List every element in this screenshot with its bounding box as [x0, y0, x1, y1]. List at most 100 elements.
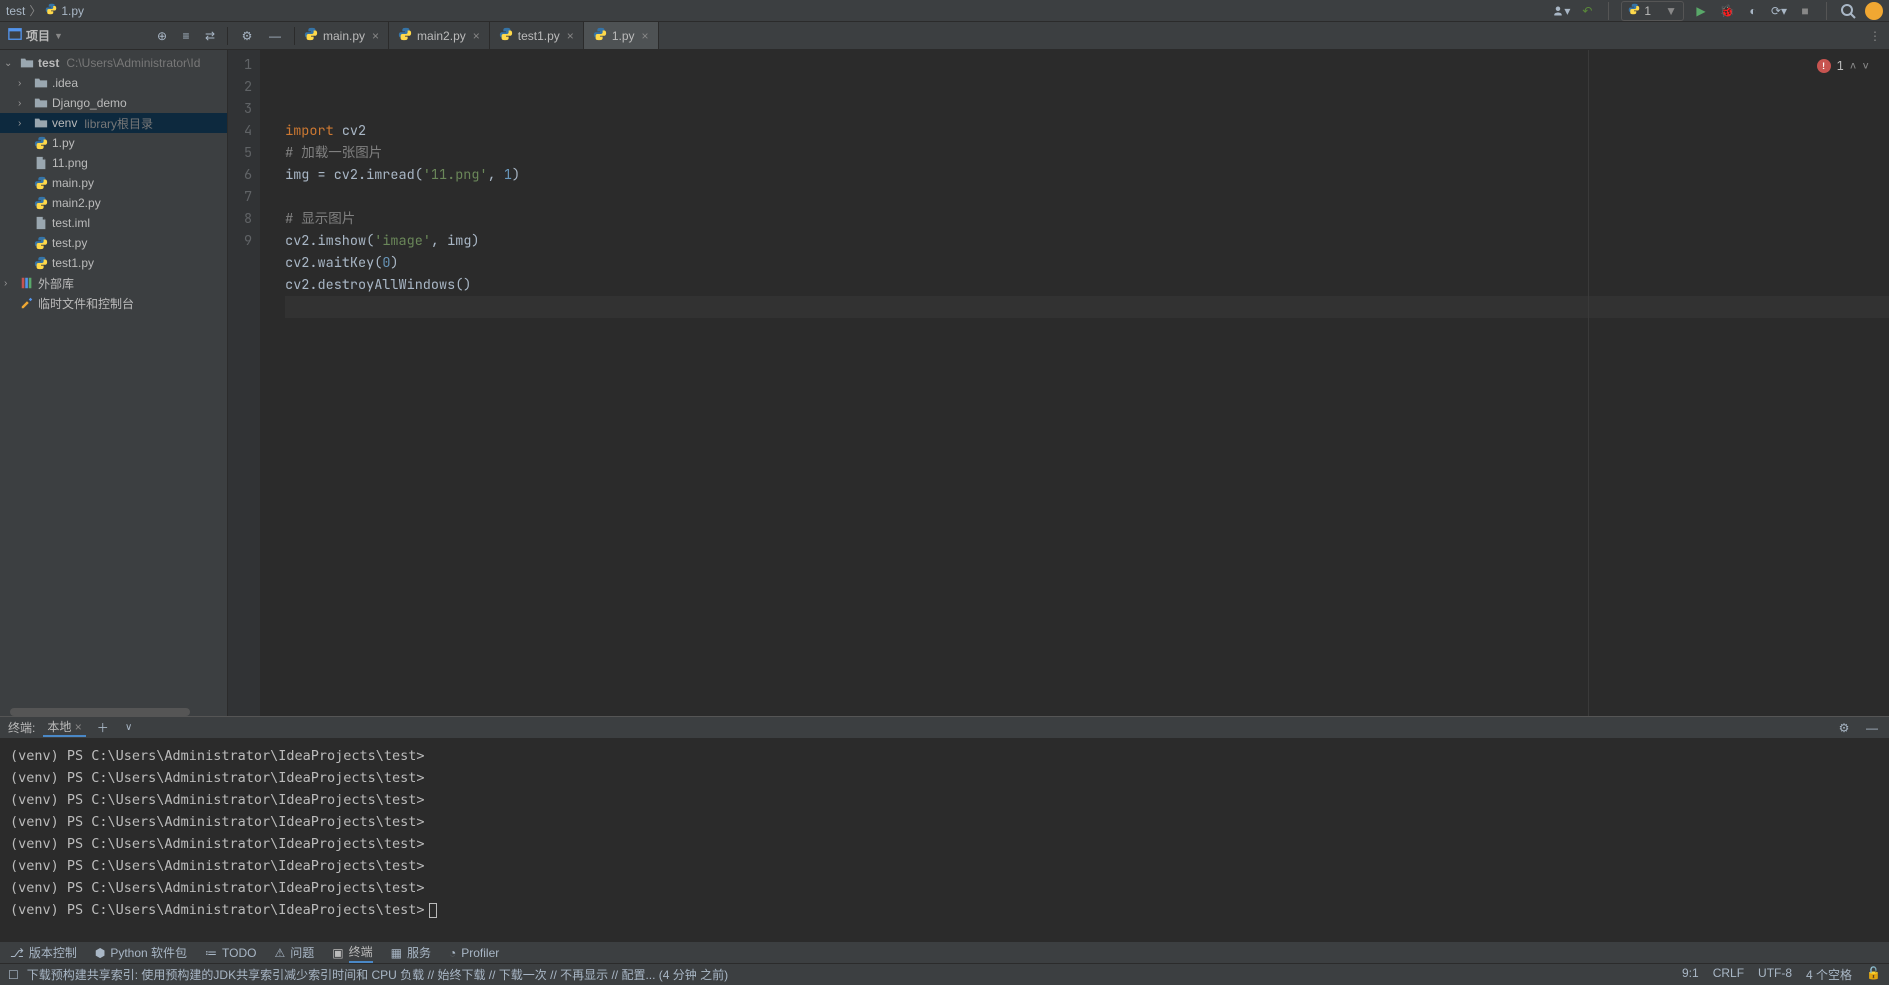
code-line[interactable]: img = cv2.imread('11.png', 1) [285, 164, 1889, 186]
tree-external-libs[interactable]: ›外部库 [0, 273, 227, 293]
scratch-icon [19, 296, 35, 310]
status-icon[interactable]: ☐ [8, 968, 19, 982]
chevron-right-icon[interactable]: › [18, 78, 30, 89]
editor-tab[interactable]: main2.py× [389, 22, 490, 49]
line-number[interactable]: 4 [244, 120, 252, 142]
close-icon[interactable]: × [473, 29, 480, 43]
editor-tab[interactable]: test1.py× [490, 22, 584, 49]
chevron-right-icon[interactable]: › [4, 278, 16, 289]
code-line[interactable]: # 加载一张图片 [285, 142, 1889, 164]
tab-problems[interactable]: ⚠问题 [274, 944, 314, 961]
terminal-line: (venv) PS C:\Users\Administrator\IdeaPro… [10, 899, 1879, 921]
line-number[interactable]: 1 [244, 54, 252, 76]
close-icon[interactable]: × [372, 29, 379, 43]
tree-item[interactable]: main2.py [0, 193, 227, 213]
profile-avatar-icon[interactable] [1865, 2, 1883, 20]
editor-tab[interactable]: main.py× [295, 22, 389, 49]
line-number[interactable]: 8 [244, 208, 252, 230]
code-line[interactable] [285, 186, 1889, 208]
user-icon[interactable]: ▾ [1552, 2, 1570, 20]
terminal-output[interactable]: (venv) PS C:\Users\Administrator\IdeaPro… [0, 739, 1889, 941]
tree-item[interactable]: test.py [0, 233, 227, 253]
collapse-all-icon[interactable]: ⇄ [201, 27, 219, 45]
tree-item[interactable]: main.py [0, 173, 227, 193]
chevron-right-icon[interactable]: › [18, 118, 30, 129]
stop-button[interactable]: ■ [1796, 2, 1814, 20]
search-icon[interactable] [1839, 2, 1857, 20]
code-content[interactable]: import cv2# 加载一张图片img = cv2.imread('11.p… [261, 50, 1889, 716]
tabs-more-icon[interactable]: ⋮ [1861, 29, 1889, 43]
hide-icon[interactable]: — [266, 27, 284, 45]
code-line[interactable]: import cv2 [285, 120, 1889, 142]
code-line[interactable] [285, 296, 1889, 318]
back-arrow-icon[interactable]: ↶ [1578, 2, 1596, 20]
cursor-position[interactable]: 9:1 [1682, 966, 1699, 983]
tree-item[interactable]: 1.py [0, 133, 227, 153]
tab-terminal[interactable]: ▣终端 [332, 943, 372, 963]
tab-packages[interactable]: ⬢Python 软件包 [95, 944, 187, 961]
new-session-icon[interactable]: ＋ [94, 719, 112, 737]
line-number[interactable]: 9 [244, 230, 252, 252]
run-button[interactable]: ▶ [1692, 2, 1710, 20]
close-icon[interactable]: × [567, 29, 574, 43]
debug-button[interactable]: 🐞 [1718, 2, 1736, 20]
readonly-toggle-icon[interactable]: 🔓 [1866, 966, 1881, 983]
chevron-down-icon[interactable]: ∨ [120, 719, 138, 737]
py-icon [33, 256, 49, 270]
prev-highlight-icon[interactable]: ∧ [1850, 59, 1857, 73]
line-number[interactable]: 5 [244, 142, 252, 164]
tab-vcs[interactable]: ⎇版本控制 [10, 944, 77, 961]
run-configuration-selector[interactable]: 1 ▼ [1621, 1, 1684, 21]
code-line[interactable]: # 显示图片 [285, 208, 1889, 230]
locate-icon[interactable]: ⊕ [153, 27, 171, 45]
line-number[interactable]: 7 [244, 186, 252, 208]
inspection-widget[interactable]: ! 1 ∧ ∨ [1817, 58, 1869, 74]
code-editor[interactable]: 123456789 import cv2# 加载一张图片img = cv2.im… [228, 50, 1889, 716]
chevron-down-icon[interactable]: ⌄ [4, 58, 16, 69]
chevron-right-icon[interactable]: › [18, 98, 30, 109]
tree-item[interactable]: test1.py [0, 253, 227, 273]
close-icon[interactable]: × [642, 29, 649, 43]
tree-item[interactable]: ›venvlibrary根目录 [0, 113, 227, 133]
gear-icon[interactable]: ⚙ [1835, 719, 1853, 737]
code-line[interactable]: cv2.waitKey(0) [285, 252, 1889, 274]
chevron-down-icon[interactable]: ▼ [54, 31, 63, 41]
indent-setting[interactable]: 4 个空格 [1806, 966, 1852, 983]
project-tree[interactable]: ⌄testC:\Users\Administrator\Id›.idea›Dja… [0, 50, 228, 716]
line-number[interactable]: 2 [244, 76, 252, 98]
line-number[interactable]: 6 [244, 164, 252, 186]
close-icon[interactable]: × [75, 720, 82, 734]
scrollbar-thumb[interactable] [10, 708, 190, 716]
py-icon [33, 136, 49, 150]
tree-label: venv [52, 116, 77, 130]
tab-profiler[interactable]: ◔Profiler [449, 946, 499, 960]
tree-item[interactable]: ›.idea [0, 73, 227, 93]
terminal-cursor [429, 903, 437, 918]
profile-button[interactable]: ⟳▾ [1770, 2, 1788, 20]
file-encoding[interactable]: UTF-8 [1758, 966, 1792, 983]
tree-item[interactable]: test.iml [0, 213, 227, 233]
tree-item[interactable]: 11.png [0, 153, 227, 173]
coverage-button[interactable]: ◐ [1744, 2, 1762, 20]
project-header-label[interactable]: 项目 [26, 27, 50, 44]
breadcrumb[interactable]: test 〉 1.py [6, 2, 84, 19]
tree-scratches[interactable]: 临时文件和控制台 [0, 293, 227, 313]
code-line[interactable]: cv2.destroyAllWindows() [285, 274, 1889, 296]
line-gutter[interactable]: 123456789 [228, 50, 261, 716]
editor-tab[interactable]: 1.py× [584, 22, 659, 49]
expand-all-icon[interactable]: ≡ [177, 27, 195, 45]
line-number[interactable]: 3 [244, 98, 252, 120]
breadcrumb-root[interactable]: test [6, 4, 25, 18]
tree-item[interactable]: ›Django_demo [0, 93, 227, 113]
hide-icon[interactable]: — [1863, 719, 1881, 737]
tab-services[interactable]: ▦服务 [391, 944, 431, 961]
terminal-tab[interactable]: 本地 × [43, 718, 85, 737]
gear-icon[interactable]: ⚙ [238, 27, 256, 45]
tree-root[interactable]: ⌄testC:\Users\Administrator\Id [0, 53, 227, 73]
status-message[interactable]: 下载预构建共享索引: 使用预构建的JDK共享索引减少索引时间和 CPU 负载 /… [27, 966, 728, 983]
line-separator[interactable]: CRLF [1713, 966, 1744, 983]
breadcrumb-file[interactable]: 1.py [61, 4, 84, 18]
code-line[interactable]: cv2.imshow('image', img) [285, 230, 1889, 252]
next-highlight-icon[interactable]: ∨ [1862, 59, 1869, 73]
tab-todo[interactable]: ≔TODO [205, 946, 256, 960]
